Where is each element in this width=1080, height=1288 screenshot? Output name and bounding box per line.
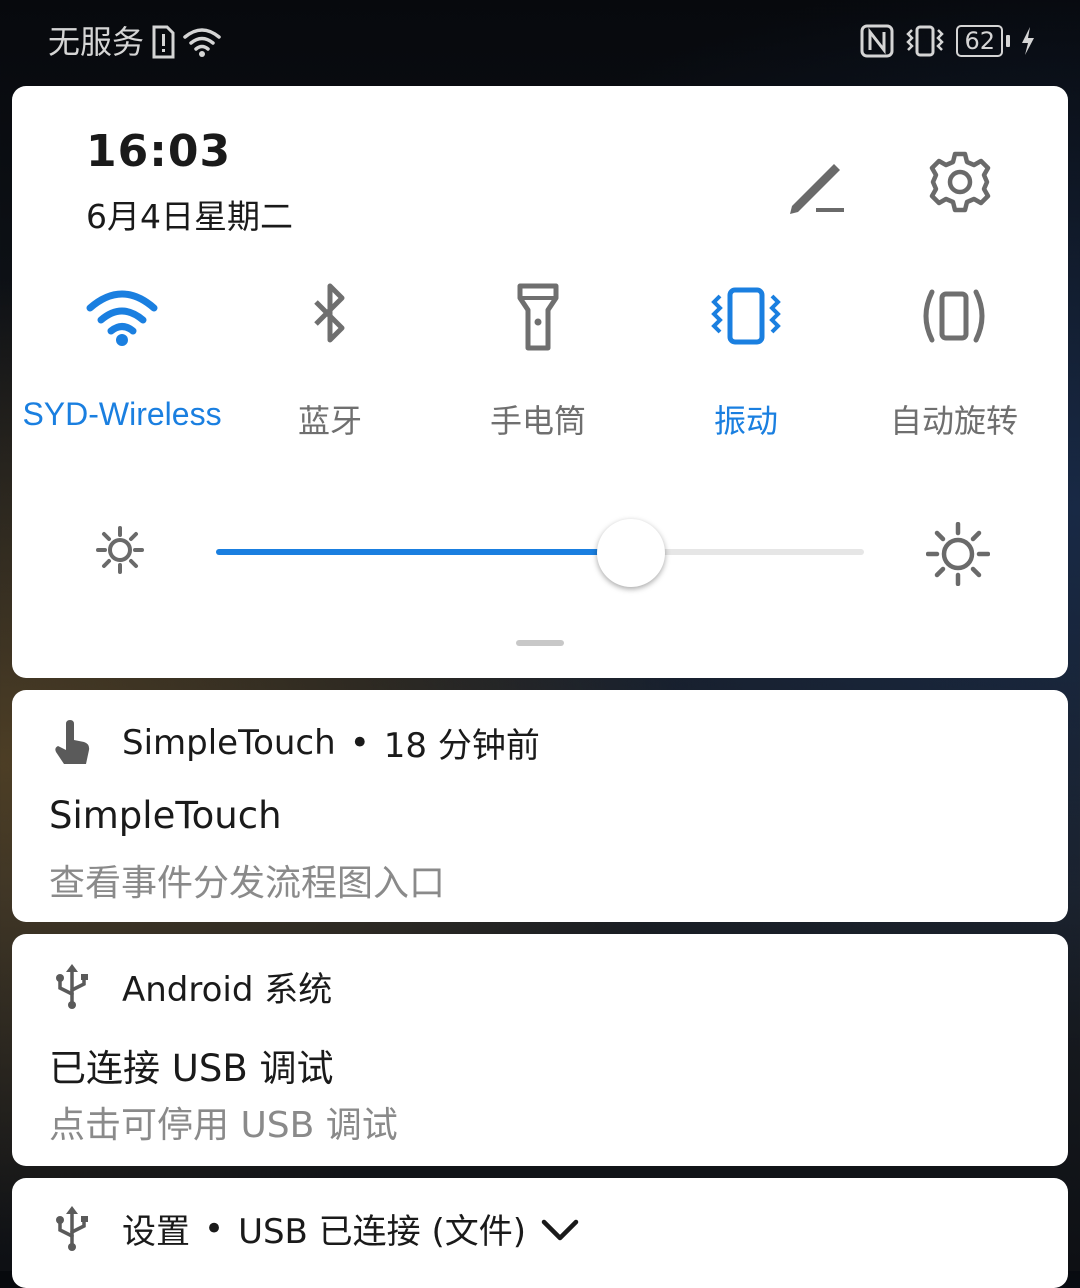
quick-settings-panel: 16:03 6月4日星期二 SYD-Wireless 蓝牙 手电筒 振动 自动旋… bbox=[12, 86, 1068, 678]
charging-icon bbox=[1022, 27, 1034, 55]
bluetooth-icon bbox=[314, 283, 345, 343]
tile-bluetooth-label: 蓝牙 bbox=[297, 402, 362, 440]
notification-title: 已连接 USB 调试 bbox=[49, 1047, 334, 1090]
usb-icon bbox=[56, 1205, 88, 1251]
vibrate-icon bbox=[906, 25, 945, 57]
notification-settings-usb[interactable]: 设置 • USB 已连接 (文件) bbox=[12, 1178, 1068, 1288]
notification-header: SimpleTouch • 18 分钟前 bbox=[52, 718, 540, 767]
settings-button[interactable] bbox=[922, 144, 998, 220]
brightness-high-icon bbox=[926, 522, 990, 586]
pencil-icon bbox=[790, 164, 844, 214]
status-bar-right: 62 bbox=[860, 24, 1036, 58]
chevron-down-icon[interactable] bbox=[540, 1214, 580, 1244]
tile-auto-rotate[interactable]: 自动旋转 bbox=[854, 282, 1054, 452]
auto-rotate-icon bbox=[923, 289, 985, 343]
separator-dot: • bbox=[204, 1208, 225, 1249]
clock-date[interactable]: 6月4日星期二 bbox=[86, 190, 293, 238]
wifi-icon bbox=[86, 290, 158, 346]
notification-app-name: Android 系统 bbox=[122, 970, 333, 1010]
brightness-thumb[interactable] bbox=[597, 519, 665, 587]
tile-auto-rotate-label: 自动旋转 bbox=[889, 402, 1018, 440]
clock-time[interactable]: 16:03 bbox=[86, 126, 231, 177]
status-bar-left: 无服务 bbox=[48, 22, 222, 62]
panel-drag-handle[interactable] bbox=[516, 640, 564, 646]
usb-icon bbox=[56, 963, 88, 1009]
touch-hand-icon bbox=[55, 719, 90, 764]
wifi-icon bbox=[183, 28, 221, 57]
carrier-label: 无服务 bbox=[48, 23, 145, 61]
brightness-low-icon bbox=[96, 526, 144, 574]
battery-level: 62 bbox=[956, 25, 1003, 57]
flashlight-icon bbox=[517, 283, 559, 351]
tile-flashlight[interactable]: 手电筒 bbox=[438, 282, 638, 452]
tile-vibrate[interactable]: 振动 bbox=[646, 282, 846, 452]
tile-bluetooth[interactable]: 蓝牙 bbox=[230, 282, 430, 452]
sim-alert-icon bbox=[152, 25, 175, 59]
vibrate-icon bbox=[711, 287, 781, 345]
tile-wifi[interactable]: SYD-Wireless bbox=[22, 282, 222, 452]
nfc-icon bbox=[860, 24, 894, 58]
notification-title: SimpleTouch bbox=[49, 794, 282, 837]
tile-vibrate-label: 振动 bbox=[713, 402, 778, 440]
brightness-fill bbox=[216, 549, 631, 555]
battery-icon: 62 bbox=[956, 25, 1010, 57]
separator-dot: • bbox=[349, 722, 370, 763]
tile-flashlight-label: 手电筒 bbox=[489, 402, 586, 440]
edit-tiles-button[interactable] bbox=[778, 148, 854, 224]
tile-wifi-label: SYD-Wireless bbox=[22, 396, 222, 432]
status-bar: 无服务 62 bbox=[0, 0, 1080, 84]
notification-android-system[interactable]: Android 系统 已连接 USB 调试 点击可停用 USB 调试 bbox=[12, 934, 1068, 1166]
notification-text: 点击可停用 USB 调试 bbox=[49, 1105, 398, 1146]
notification-text: 查看事件分发流程图入口 bbox=[49, 863, 446, 904]
notification-app-name: 设置 bbox=[122, 1212, 190, 1252]
notification-app-name: SimpleTouch bbox=[122, 722, 336, 763]
notification-time: 18 分钟前 bbox=[383, 726, 540, 766]
notification-summary: USB 已连接 (文件) bbox=[238, 1212, 526, 1252]
gear-icon bbox=[929, 151, 991, 213]
notification-header: 设置 • USB 已连接 (文件) bbox=[52, 1204, 580, 1253]
brightness-slider[interactable] bbox=[216, 519, 864, 587]
notification-header: Android 系统 bbox=[52, 962, 332, 1011]
notification-simpletouch[interactable]: SimpleTouch • 18 分钟前 SimpleTouch 查看事件分发流… bbox=[12, 690, 1068, 922]
